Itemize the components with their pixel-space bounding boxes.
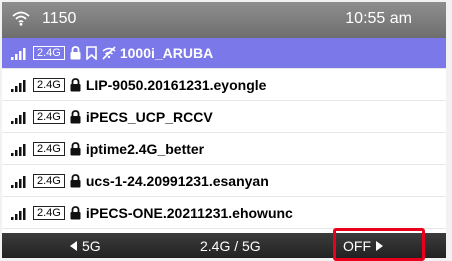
- network-ssid: ucs-1-24.20991231.esanyan: [85, 173, 269, 189]
- network-ssid: LIP-9050.20161231.eyongle: [85, 77, 267, 93]
- network-row[interactable]: 2.4G ucs-1-24.20991231.esanyan: [2, 166, 446, 197]
- softkey-off-label: OFF: [343, 238, 371, 254]
- softkey-5g-label: 5G: [82, 238, 101, 254]
- softkey-band-label: 2.4G / 5G: [200, 238, 261, 254]
- bookmark-icon: [86, 46, 98, 61]
- signal-strength-icon: [11, 111, 29, 124]
- band-badge: 2.4G: [33, 206, 65, 220]
- softkey-bar: 5G 2.4G / 5G OFF: [2, 233, 446, 258]
- network-row[interactable]: 2.4G iPECS-ONE.20211231.ehowunc: [2, 198, 446, 229]
- band-badge: 2.4G: [33, 174, 65, 188]
- phone-screen: 1150 10:55 am 2.4G 1000i_ARUBA 2.4G LIP-905…: [2, 2, 446, 258]
- band-badge: 2.4G: [33, 78, 65, 92]
- lock-icon: [70, 78, 82, 92]
- signal-strength-icon: [11, 143, 29, 156]
- signal-strength-icon: [11, 207, 29, 220]
- softkey-band-toggle[interactable]: 2.4G / 5G: [200, 237, 261, 255]
- lock-icon: [70, 46, 82, 60]
- network-row[interactable]: 2.4G iPECS_UCP_RCCV: [2, 102, 446, 133]
- device-frame: 1150 10:55 am 2.4G 1000i_ARUBA 2.4G LIP-905…: [0, 0, 452, 261]
- status-bar: 1150 10:55 am: [2, 2, 446, 38]
- network-row[interactable]: 2.4G LIP-9050.20161231.eyongle: [2, 70, 446, 101]
- band-badge: 2.4G: [33, 110, 65, 124]
- lock-icon: [70, 206, 82, 220]
- lock-icon: [70, 110, 82, 124]
- network-ssid: iptime2.4G_better: [85, 141, 205, 157]
- band-badge: 2.4G: [33, 142, 65, 156]
- arrow-right-icon: [376, 241, 383, 251]
- signal-strength-icon: [11, 47, 29, 60]
- arrow-left-icon: [70, 241, 77, 251]
- network-ssid: iPECS_UCP_RCCV: [85, 109, 213, 125]
- band-badge: 2.4G: [33, 46, 65, 60]
- signal-strength-icon: [11, 175, 29, 188]
- signal-strength-icon: [11, 79, 29, 92]
- network-ssid: iPECS-ONE.20211231.ehowunc: [85, 205, 293, 221]
- network-row[interactable]: 2.4G 1000i_ARUBA: [2, 38, 446, 69]
- softkey-5g[interactable]: 5G: [66, 237, 101, 255]
- wifi-off-icon: [102, 46, 116, 60]
- lock-icon: [70, 174, 82, 188]
- network-row[interactable]: 2.4G iptime2.4G_better: [2, 134, 446, 165]
- clock-time: 10:55 am: [345, 10, 412, 27]
- wifi-icon: [12, 10, 30, 31]
- softkey-off[interactable]: OFF: [343, 237, 387, 255]
- lock-icon: [70, 142, 82, 156]
- network-ssid: 1000i_ARUBA: [119, 45, 214, 61]
- extension-number: 1150: [42, 10, 77, 27]
